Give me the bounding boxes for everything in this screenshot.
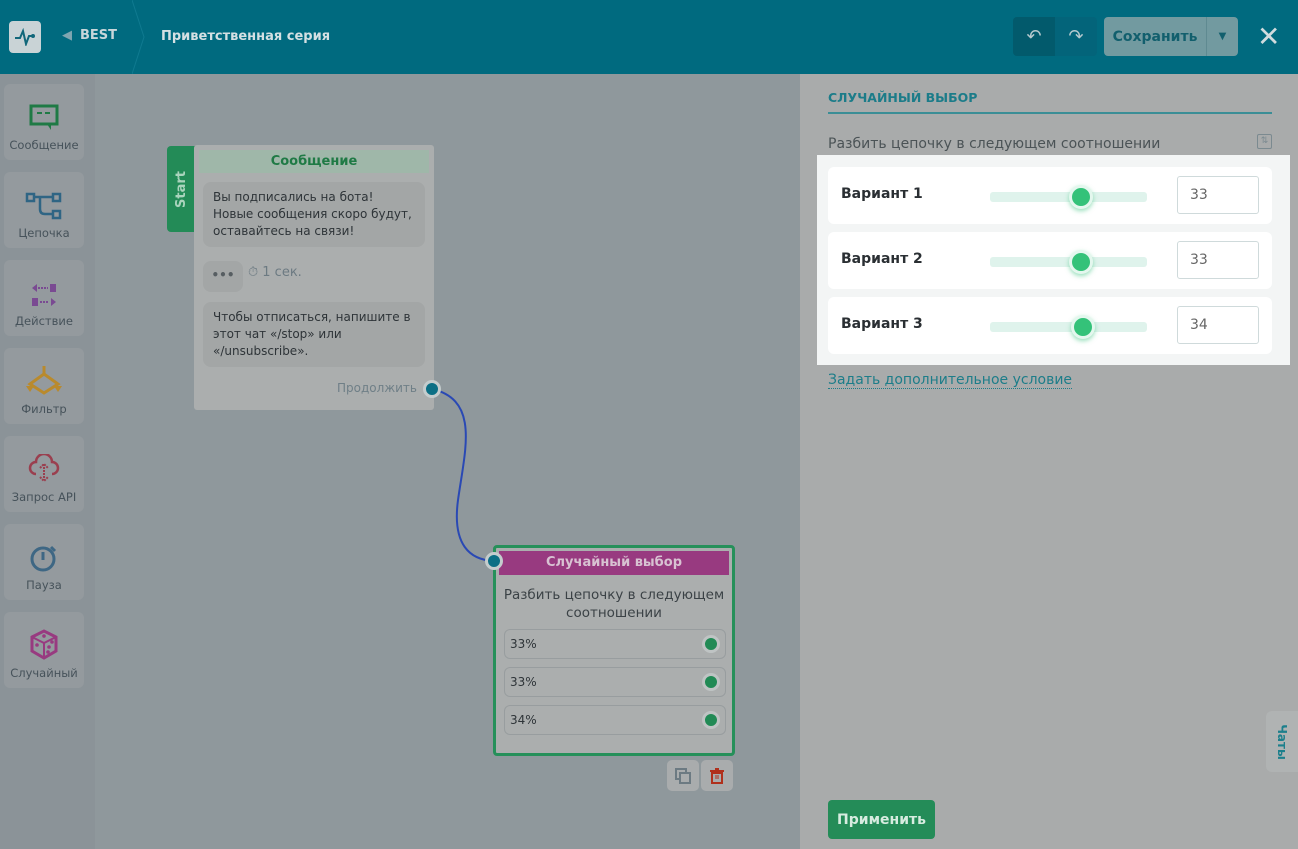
variant-label: Вариант 3 [841, 316, 923, 332]
variant-slider[interactable] [990, 185, 1147, 209]
sliders-settings-icon[interactable]: ⇅ [1257, 134, 1272, 149]
save-button[interactable]: Сохранить [1104, 17, 1207, 56]
random-node-title: Случайный выбор [499, 551, 729, 575]
start-marker: Start [167, 146, 195, 232]
undo-redo-group: ↶ ↷ [1013, 17, 1097, 56]
undo-button[interactable]: ↶ [1013, 17, 1055, 56]
output-port[interactable] [423, 380, 441, 398]
slider-thumb[interactable] [1069, 250, 1093, 274]
variant-label: Вариант 2 [841, 251, 923, 267]
copy-icon [675, 767, 691, 784]
message-node[interactable]: Сообщение Вы подписались на бота! Новые … [194, 145, 434, 410]
apply-button[interactable]: Применить [828, 800, 935, 839]
continue-label: Продолжить [337, 381, 417, 395]
variant-label: Вариант 1 [841, 186, 923, 202]
input-port[interactable] [485, 552, 503, 570]
random-option: 33% [504, 667, 726, 697]
variant-value-input[interactable]: 33 [1177, 241, 1259, 279]
slider-thumb[interactable] [1071, 315, 1095, 339]
more-options-button[interactable]: ••• [203, 261, 243, 292]
stopwatch-icon: ⏱ [248, 265, 259, 280]
message-bubble: Вы подписались на бота! Новые сообщения … [203, 182, 425, 247]
slider-thumb[interactable] [1069, 185, 1093, 209]
delay-label: ⏱ 1 сек. [248, 265, 302, 280]
variant-value-input[interactable]: 34 [1177, 306, 1259, 344]
delete-button[interactable] [701, 760, 733, 791]
message-bubble: Чтобы отписаться, напишите в этот чат «/… [203, 302, 425, 367]
option-output-port[interactable] [702, 673, 720, 691]
random-choice-node[interactable]: Случайный выбор Разбить цепочку в следую… [493, 545, 735, 756]
variant-slider[interactable] [990, 250, 1147, 274]
trash-icon [710, 767, 724, 784]
variant-slider[interactable] [990, 315, 1147, 339]
variant-value-input[interactable]: 33 [1177, 176, 1259, 214]
panel-subtitle: Разбить цепочку в следующем соотношении [828, 136, 1161, 152]
option-output-port[interactable] [702, 635, 720, 653]
variant-row: Вариант 1 33 [828, 167, 1272, 224]
duplicate-button[interactable] [667, 760, 699, 791]
variant-row: Вариант 3 34 [828, 297, 1272, 354]
close-icon[interactable]: ✕ [1257, 20, 1280, 53]
random-node-description: Разбить цепочку в следующем соотношении [503, 587, 725, 621]
save-dropdown-chevron-icon[interactable]: ▼ [1207, 17, 1238, 56]
variant-row: Вариант 2 33 [828, 232, 1272, 289]
save-button-group: Сохранить ▼ [1104, 17, 1238, 56]
chats-tab[interactable]: Чаты [1266, 711, 1298, 772]
add-condition-link[interactable]: Задать дополнительное условие [828, 372, 1073, 389]
message-node-title: Сообщение [199, 150, 429, 173]
random-option: 33% [504, 629, 726, 659]
redo-button[interactable]: ↷ [1055, 17, 1097, 56]
random-option: 34% [504, 705, 726, 735]
option-output-port[interactable] [702, 711, 720, 729]
panel-title-underline [828, 112, 1272, 114]
panel-title: СЛУЧАЙНЫЙ ВЫБОР [828, 90, 978, 105]
